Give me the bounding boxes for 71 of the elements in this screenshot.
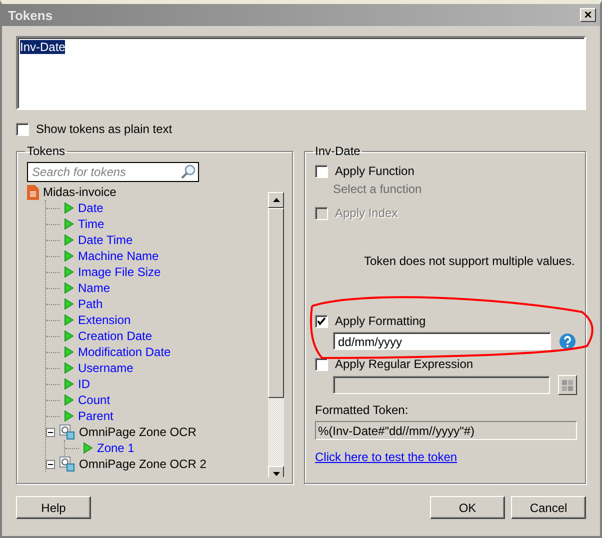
play-icon bbox=[64, 394, 74, 406]
tree-item[interactable]: Name bbox=[78, 281, 110, 295]
close-button[interactable]: × bbox=[580, 8, 596, 22]
format-field[interactable]: dd/mm/yyyy bbox=[333, 332, 551, 350]
tree-item[interactable]: Path bbox=[78, 297, 103, 311]
play-icon bbox=[83, 442, 93, 454]
checkbox[interactable] bbox=[315, 314, 328, 328]
selected-text: Inv-Date bbox=[20, 40, 66, 54]
up-arrow-icon[interactable] bbox=[272, 198, 280, 202]
tree-item[interactable]: Machine Name bbox=[78, 249, 159, 263]
search-icon bbox=[180, 164, 196, 180]
play-icon bbox=[64, 234, 74, 246]
down-arrow-icon[interactable] bbox=[272, 472, 280, 476]
play-icon bbox=[64, 346, 74, 358]
checkbox-label: Apply Index bbox=[335, 206, 398, 220]
test-token-link[interactable]: Click here to test the token bbox=[315, 450, 458, 464]
checkbox-label: Apply Regular Expression bbox=[335, 357, 474, 371]
cancel-button[interactable]: Cancel bbox=[511, 496, 586, 519]
grid-button[interactable] bbox=[558, 375, 577, 395]
play-icon bbox=[64, 378, 74, 390]
tree-item[interactable]: Date Time bbox=[78, 233, 133, 247]
tree-item[interactable]: Extension bbox=[78, 313, 131, 327]
zone-icon bbox=[59, 456, 75, 472]
tree-item[interactable]: Modification Date bbox=[78, 345, 171, 359]
tree-item[interactable]: Midas-invoice bbox=[43, 185, 116, 199]
window-title: Tokens bbox=[8, 8, 53, 22]
play-icon bbox=[64, 314, 74, 326]
zone-icon bbox=[59, 424, 75, 440]
document-icon bbox=[27, 184, 39, 200]
help-icon[interactable] bbox=[559, 332, 576, 350]
tree-item[interactable]: Creation Date bbox=[78, 329, 152, 343]
tree-item[interactable]: Image File Size bbox=[78, 265, 161, 279]
checkbox[interactable] bbox=[315, 358, 328, 370]
field-label: Formatted Token: bbox=[315, 403, 410, 417]
checkbox[interactable] bbox=[315, 164, 328, 178]
play-icon bbox=[64, 218, 74, 230]
tree-item[interactable]: Username bbox=[78, 361, 134, 375]
formatted-token-field: %(Inv-Date#"dd//mm//yyyy"#) bbox=[315, 421, 577, 440]
checkbox-label: Show tokens as plain text bbox=[36, 122, 172, 136]
collapse-toggle[interactable] bbox=[46, 460, 55, 468]
play-icon bbox=[64, 202, 74, 214]
regex-field[interactable] bbox=[333, 376, 550, 394]
search-field[interactable]: Search for tokens bbox=[27, 162, 199, 182]
token-text-area[interactable]: Inv-Date bbox=[16, 36, 586, 110]
tree-item[interactable]: Date bbox=[78, 201, 104, 215]
tree-item[interactable]: ID bbox=[78, 377, 90, 391]
help-button[interactable]: Help bbox=[16, 496, 91, 519]
play-icon bbox=[64, 250, 74, 262]
checkbox-label: Apply Formatting bbox=[335, 314, 426, 328]
ok-button[interactable]: OK bbox=[430, 496, 505, 519]
message-text: Token does not support multiple values. bbox=[364, 254, 576, 268]
play-icon bbox=[64, 362, 74, 374]
scrollbar[interactable] bbox=[268, 192, 284, 477]
tree-item[interactable]: Parent bbox=[78, 409, 114, 423]
grid-icon bbox=[562, 380, 574, 390]
collapse-toggle[interactable] bbox=[46, 428, 55, 436]
play-icon bbox=[64, 266, 74, 278]
play-icon bbox=[64, 282, 74, 294]
play-icon bbox=[64, 410, 74, 422]
group-title: Inv-Date bbox=[314, 144, 362, 158]
checkbox-label: Apply Function bbox=[335, 164, 414, 178]
hint-text: Select a function bbox=[333, 182, 423, 196]
play-icon bbox=[64, 330, 74, 342]
tree-item[interactable]: Zone 1 bbox=[97, 441, 134, 455]
checkbox[interactable] bbox=[16, 122, 29, 136]
group-title: Tokens bbox=[26, 144, 66, 158]
tree-item[interactable]: OmniPage Zone OCR 2 bbox=[79, 457, 206, 471]
tree-item[interactable]: Count bbox=[78, 393, 110, 407]
play-icon bbox=[64, 298, 74, 310]
tree-item[interactable]: OmniPage Zone OCR bbox=[79, 425, 196, 439]
tree-item[interactable]: Time bbox=[78, 217, 104, 231]
